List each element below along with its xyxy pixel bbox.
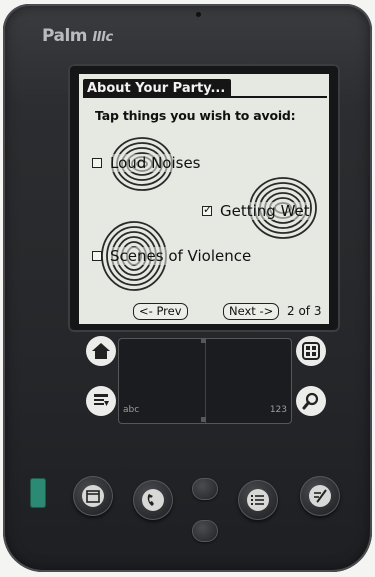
home-icon[interactable] — [86, 336, 116, 366]
scroll-down-button[interactable] — [192, 520, 218, 542]
scenes-of-violence-label: Scenes of Violence — [110, 247, 252, 265]
graffiti-tick-bottom — [201, 417, 206, 422]
graffiti-divider — [205, 339, 206, 423]
prev-button[interactable]: <- Prev — [133, 303, 188, 320]
sensor-dot — [196, 12, 201, 17]
getting-wet-label: Getting Wet — [220, 202, 310, 220]
next-button[interactable]: Next -> — [223, 303, 280, 320]
power-button[interactable] — [30, 478, 46, 508]
menu-icon[interactable] — [86, 386, 116, 416]
option-scenes-of-violence[interactable]: Scenes of Violence — [92, 247, 252, 265]
calculator-icon[interactable] — [296, 336, 326, 366]
graffiti-tick-top — [201, 338, 206, 343]
memo-button[interactable] — [300, 476, 340, 516]
getting-wet-checkbox[interactable]: ✓ — [202, 203, 213, 216]
title-underline — [83, 96, 327, 98]
scenes-of-violence-checkbox[interactable] — [92, 251, 102, 261]
option-getting-wet[interactable]: ✓ Getting Wet — [202, 202, 310, 220]
loud-noises-label: Loud Noises — [110, 154, 201, 172]
find-icon[interactable] — [296, 386, 326, 416]
scroll-up-button[interactable] — [192, 478, 218, 500]
option-loud-noises[interactable]: Loud Noises — [92, 154, 201, 172]
graffiti-letters-label: abc — [123, 405, 140, 415]
page-indicator: 2 of 3 — [287, 304, 322, 318]
todo-button[interactable] — [238, 480, 278, 520]
address-button[interactable] — [133, 480, 173, 520]
date-book-button[interactable] — [73, 476, 113, 516]
graffiti-numbers-label: 123 — [269, 405, 287, 415]
brand-logo: Palm IIIc — [42, 26, 113, 46]
loud-noises-checkbox[interactable] — [92, 158, 102, 168]
lcd-screen: About Your Party... Tap things you wish … — [79, 74, 329, 324]
checkmark-icon: ✓ — [203, 203, 213, 216]
graffiti-area[interactable]: abc 123 — [118, 338, 292, 424]
instruction-text: Tap things you wish to avoid: — [95, 108, 296, 123]
